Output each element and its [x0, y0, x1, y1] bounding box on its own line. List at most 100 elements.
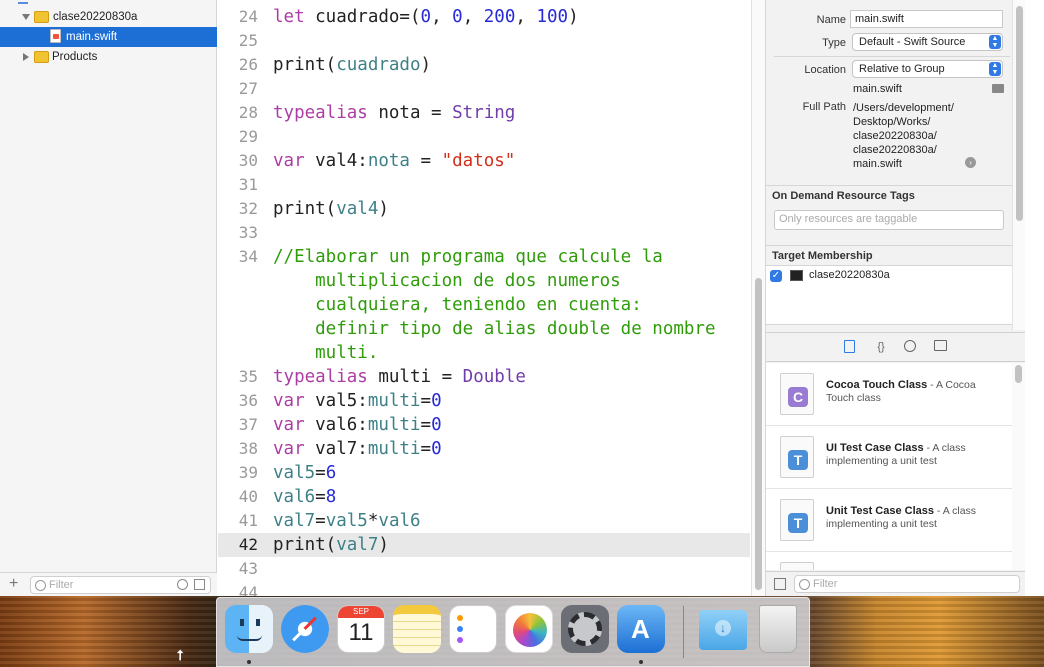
library-scroll-thumb[interactable]	[1015, 365, 1022, 383]
safari-icon[interactable]	[281, 605, 329, 653]
name-field[interactable]: main.swift	[850, 10, 1003, 28]
library-item[interactable]	[766, 552, 1012, 570]
library-item-text: Unit Test Case Class - A class implement…	[826, 505, 1006, 531]
code-line[interactable]: 32 print(val4)	[218, 197, 750, 221]
navigator-filter-bar: + Filter	[0, 572, 217, 596]
reminder-dot	[457, 637, 463, 643]
code-line[interactable]: 39 val5=6	[218, 461, 750, 485]
code-line[interactable]: 25	[218, 29, 750, 53]
calendar-icon[interactable]: SEP 11	[337, 605, 385, 653]
code-token: 0	[431, 415, 442, 435]
code-token: 0	[420, 7, 432, 27]
code-text: let cuadrado=(0, 0, 200, 100)	[273, 5, 579, 29]
code-line[interactable]: 33	[218, 221, 750, 245]
media-library-tab-icon[interactable]	[934, 340, 947, 351]
editor-scrollbar[interactable]	[751, 0, 765, 596]
code-token: multi	[367, 415, 421, 435]
location-popup[interactable]: Relative to Group ▲ ▼	[852, 60, 1003, 78]
reveal-arrow-icon[interactable]: ›	[965, 157, 976, 168]
template-badge: T	[788, 513, 808, 533]
code-line[interactable]: 43	[218, 557, 750, 581]
xcode-window: clase20220830a main.swift Products + Fil…	[0, 0, 1025, 596]
editor-scroll-thumb[interactable]	[755, 278, 762, 590]
code-line[interactable]: 28 typealias nota = String	[218, 101, 750, 125]
code-line[interactable]: 27	[218, 77, 750, 101]
type-popup[interactable]: Default - Swift Source ▲ ▼	[852, 33, 1003, 51]
code-token: "datos"	[441, 151, 516, 171]
disclosure-triangle-icon[interactable]	[23, 53, 29, 61]
scm-filter-icon[interactable]	[194, 579, 205, 590]
file-template-library-tab-icon[interactable]	[844, 340, 855, 353]
navigator-item-project-folder[interactable]: clase20220830a	[0, 7, 217, 27]
navigator-item-products[interactable]: Products	[0, 47, 217, 67]
downloads-folder-icon[interactable]: ↓	[699, 610, 747, 650]
fullpath-line: /Users/development/	[853, 102, 954, 114]
code-line[interactable]: 30 var val4:nota = "datos"	[218, 149, 750, 173]
library-filter-input[interactable]: Filter	[794, 575, 1020, 593]
code-line[interactable]: 40 val6=8	[218, 485, 750, 509]
code-token: val7	[336, 535, 379, 555]
code-line[interactable]: 29	[218, 125, 750, 149]
code-line[interactable]: 31	[218, 173, 750, 197]
code-snippet-library-tab-icon[interactable]: {}	[874, 340, 888, 354]
line-number: 32	[238, 199, 258, 218]
code-token: String	[452, 103, 516, 123]
folder-icon	[34, 51, 49, 63]
code-line[interactable]: 36 var val5:multi=0	[218, 389, 750, 413]
code-line[interactable]: definir tipo de alias double de nombre	[218, 317, 750, 341]
xcode-icon[interactable]: A	[617, 605, 665, 653]
code-token: typealias	[273, 103, 368, 123]
code-token: ,	[462, 7, 484, 27]
object-library-tab-icon[interactable]	[904, 340, 916, 352]
location-file-name: main.swift	[853, 83, 902, 95]
photos-icon[interactable]	[505, 605, 553, 653]
code-line[interactable]: 34 //Elaborar un programa que calcule la	[218, 245, 750, 269]
navigator-item-main-swift[interactable]: main.swift	[0, 27, 217, 47]
tags-input[interactable]: Only resources are taggable	[774, 210, 1004, 230]
recent-files-icon[interactable]	[177, 579, 188, 590]
code-line[interactable]: multi.	[218, 341, 750, 365]
code-line[interactable]: 38 var val7:multi=0	[218, 437, 750, 461]
code-line[interactable]: cualquiera, teniendo en cuenta:	[218, 293, 750, 317]
code-line[interactable]: 37 var val6:multi=0	[218, 413, 750, 437]
line-number: 29	[238, 127, 258, 146]
code-line[interactable]: 41 val7=val5*val6	[218, 509, 750, 533]
notes-icon[interactable]	[393, 605, 441, 653]
code-token: 200	[483, 7, 516, 27]
trash-icon[interactable]	[759, 605, 797, 653]
code-line[interactable]: 42 print(val7)	[218, 533, 750, 557]
system-preferences-icon[interactable]	[561, 605, 609, 653]
navigator-item-label: Products	[52, 51, 98, 63]
grid-view-icon[interactable]	[774, 578, 786, 590]
add-button[interactable]: +	[9, 575, 18, 593]
target-checkbox[interactable]: ✓	[770, 270, 782, 282]
line-number: 37	[238, 415, 258, 434]
line-number: 44	[238, 583, 258, 596]
code-token: cuadrado=(	[304, 7, 421, 27]
code-text: cualquiera, teniendo en cuenta:	[273, 293, 642, 317]
line-number: 24	[238, 7, 258, 26]
code-text: var val6:multi=0	[273, 413, 442, 437]
code-token: var	[273, 415, 305, 435]
reminders-icon[interactable]	[449, 605, 497, 653]
code-line[interactable]: multiplicacion de dos numeros	[218, 269, 750, 293]
library-item[interactable]: C Cocoa Touch Class - A Cocoa Touch class	[766, 363, 1012, 426]
code-line[interactable]: 35 typealias multi = Double	[218, 365, 750, 389]
code-line[interactable]: 24 let cuadrado=(0, 0, 200, 100)	[218, 5, 750, 29]
inspector-scrollbar[interactable]	[1012, 0, 1025, 330]
navigator-filter-input[interactable]: Filter	[30, 576, 211, 594]
target-name: clase20220830a	[809, 269, 890, 281]
disclosure-triangle-icon[interactable]	[22, 14, 30, 20]
code-line[interactable]: 44	[218, 581, 750, 596]
library-item[interactable]: T Unit Test Case Class - A class implemen…	[766, 489, 1012, 552]
code-line[interactable]: 26 print(cuadrado)	[218, 53, 750, 77]
library-item[interactable]: T UI Test Case Class - A class implementi…	[766, 426, 1012, 489]
finder-icon[interactable]	[225, 605, 273, 653]
library-scrollbar[interactable]	[1012, 363, 1025, 570]
library-list[interactable]: C Cocoa Touch Class - A Cocoa Touch class…	[766, 363, 1012, 570]
line-number: 26	[238, 55, 258, 74]
source-editor[interactable]: 24 let cuadrado=(0, 0, 200, 100) 25 26 print…	[218, 0, 750, 596]
line-number: 38	[238, 439, 258, 458]
folder-reveal-icon[interactable]	[992, 84, 1004, 93]
inspector-scroll-thumb[interactable]	[1016, 6, 1023, 221]
